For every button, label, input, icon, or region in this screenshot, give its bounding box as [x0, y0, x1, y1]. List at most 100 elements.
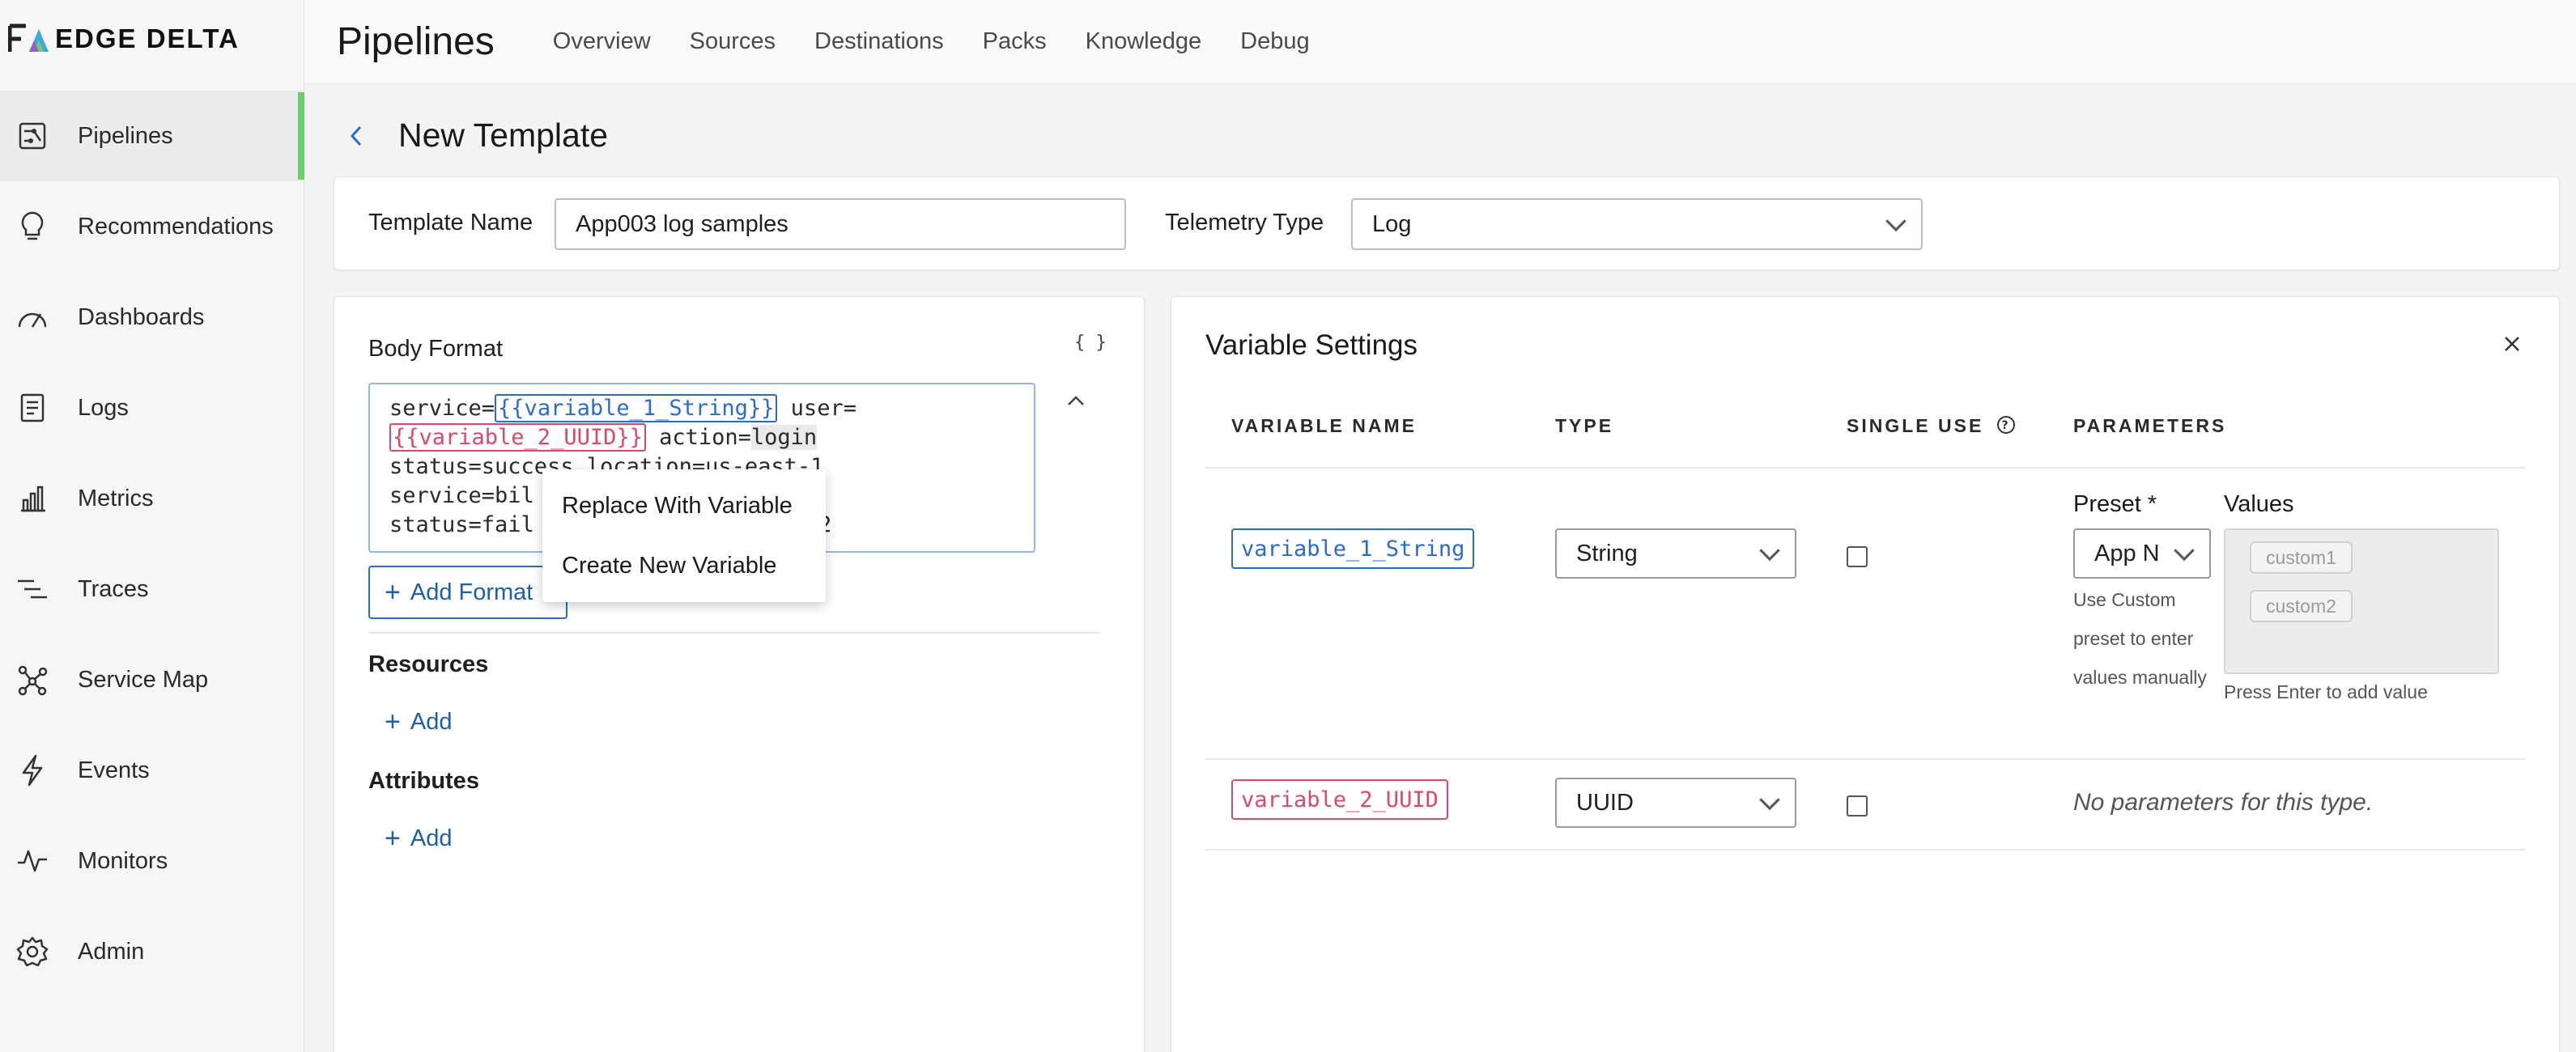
sidebar-item-events[interactable]: Events: [0, 725, 304, 816]
tab-knowledge[interactable]: Knowledge: [1086, 28, 1202, 55]
no-parameters-text: No parameters for this type.: [2073, 789, 2374, 816]
add-resource-button[interactable]: + Add: [385, 706, 452, 738]
pulse-icon: [16, 845, 49, 877]
preset-hint: Use Custom preset to enter values manual…: [2073, 589, 2207, 688]
single-use-checkbox[interactable]: [1847, 546, 1868, 567]
sidebar-item-admin[interactable]: Admin: [0, 906, 304, 997]
sidebar-item-traces[interactable]: Traces: [0, 544, 304, 634]
add-format-button[interactable]: + Add Format: [368, 566, 567, 619]
table-divider: [1205, 849, 2525, 851]
chevron-up-icon[interactable]: [1066, 394, 1086, 411]
top-header: Pipelines Overview Sources Destinations …: [304, 0, 2576, 84]
column-header-parameters: PARAMETERS: [2073, 415, 2227, 436]
values-hint: Press Enter to add value: [2224, 681, 2428, 702]
add-attribute-button[interactable]: + Add: [385, 823, 452, 855]
gauge-icon: [16, 301, 49, 333]
context-menu: Replace With Variable Create New Variabl…: [542, 469, 826, 602]
lightning-icon: [16, 754, 49, 787]
tab-sources[interactable]: Sources: [690, 28, 776, 55]
sidebar-item-monitors[interactable]: Monitors: [0, 816, 304, 906]
preset-select[interactable]: App N: [2073, 528, 2211, 579]
sidebar-item-recommendations[interactable]: Recommendations: [0, 181, 304, 272]
menu-item-replace-with-variable[interactable]: Replace With Variable: [542, 476, 826, 536]
sidebar-item-label: Recommendations: [78, 213, 274, 240]
sidebar-item-label: Monitors: [78, 847, 168, 874]
sidebar: EDGE DELTA Pipelines Recommendations Das…: [0, 0, 304, 1052]
pipelines-icon: [16, 120, 49, 152]
chevron-left-icon: [347, 124, 365, 152]
add-attribute-label: Add: [410, 825, 453, 851]
variable-settings-panel: Variable Settings VARIABLE NAME TYPE SIN…: [1171, 296, 2560, 1052]
type-select[interactable]: UUID: [1555, 778, 1796, 828]
app-title: Pipelines: [337, 20, 495, 63]
plus-icon: +: [385, 823, 401, 854]
sidebar-item-pipelines[interactable]: Pipelines: [0, 91, 304, 181]
telemetry-type-value: Log: [1372, 210, 1412, 237]
variable-name-chip[interactable]: variable_2_UUID: [1231, 779, 1448, 820]
template-settings-card: Template Name App003 log samples Telemet…: [334, 176, 2560, 270]
sidebar-item-metrics[interactable]: Metrics: [0, 453, 304, 544]
gear-icon: [16, 935, 49, 968]
sidebar-item-label: Admin: [78, 938, 145, 965]
chevron-down-icon: [1759, 789, 1780, 811]
logs-icon: [16, 392, 49, 424]
tab-overview[interactable]: Overview: [553, 28, 651, 55]
type-select-value: String: [1576, 540, 1638, 566]
body-format-label: Body Format: [368, 336, 503, 362]
value-tag[interactable]: custom2: [2250, 590, 2353, 622]
back-button[interactable]: [340, 120, 372, 155]
sidebar-item-label: Metrics: [78, 485, 154, 511]
template-name-label: Template Name: [368, 210, 533, 235]
tab-destinations[interactable]: Destinations: [814, 28, 944, 55]
logo[interactable]: EDGE DELTA: [7, 23, 240, 55]
logo-text: EDGE DELTA: [55, 23, 240, 53]
chevron-down-icon: [1759, 540, 1780, 562]
add-resource-label: Add: [410, 709, 453, 735]
tab-debug[interactable]: Debug: [1240, 28, 1309, 55]
type-select[interactable]: String: [1555, 528, 1796, 579]
variable-chip-2[interactable]: {{variable_2_UUID}}: [389, 423, 646, 452]
table-divider: [1205, 467, 2525, 469]
values-input[interactable]: custom1 custom2: [2224, 528, 2499, 674]
preset-select-value: App N: [2094, 540, 2160, 566]
value-tag[interactable]: custom1: [2250, 541, 2353, 574]
chevron-down-icon: [2174, 540, 2195, 562]
sidebar-item-label: Service Map: [78, 666, 209, 693]
sidebar-item-label: Pipelines: [78, 122, 173, 149]
lightbulb-icon: [16, 210, 49, 243]
divider: [368, 632, 1100, 634]
template-name-input[interactable]: App003 log samples: [555, 198, 1126, 250]
variable-name-chip[interactable]: variable_1_String: [1231, 528, 1475, 569]
close-icon[interactable]: [2501, 333, 2523, 355]
json-braces-icon[interactable]: { }: [1074, 333, 1107, 353]
telemetry-type-select[interactable]: Log: [1351, 198, 1923, 250]
tab-packs[interactable]: Packs: [983, 28, 1047, 55]
chevron-down-icon: [1885, 210, 1906, 232]
table-divider: [1205, 758, 2525, 760]
variable-chip-1[interactable]: {{variable_1_String}}: [495, 394, 778, 422]
edge-delta-logo-icon: [7, 23, 53, 55]
plus-icon: +: [385, 576, 401, 608]
type-select-value: UUID: [1576, 789, 1634, 816]
sidebar-item-service-map[interactable]: Service Map: [0, 634, 304, 725]
attributes-label: Attributes: [368, 768, 479, 794]
bar-chart-icon: [16, 482, 49, 515]
help-circle-icon[interactable]: ?: [1996, 415, 2016, 439]
values-label: Values: [2224, 491, 2294, 517]
single-use-checkbox[interactable]: [1847, 795, 1868, 817]
page-title: New Template: [398, 117, 609, 154]
menu-item-create-new-variable[interactable]: Create New Variable: [542, 536, 826, 596]
column-header-type: TYPE: [1555, 415, 1614, 436]
plus-icon: +: [385, 706, 401, 737]
sidebar-item-label: Events: [78, 757, 150, 783]
preset-label: Preset *: [2073, 491, 2157, 517]
sidebar-item-label: Dashboards: [78, 303, 205, 330]
sidebar-nav: Pipelines Recommendations Dashboards Log…: [0, 91, 304, 997]
traces-icon: [16, 573, 49, 605]
sidebar-item-label: Logs: [78, 394, 129, 421]
body-format-card: Body Format { } service= {{variable_1_Str…: [334, 296, 1145, 1052]
sidebar-item-dashboards[interactable]: Dashboards: [0, 272, 304, 363]
sidebar-item-logs[interactable]: Logs: [0, 363, 304, 453]
column-header-variable-name: VARIABLE NAME: [1231, 415, 1417, 436]
column-header-single-use: SINGLE USE ?: [1847, 415, 2016, 439]
